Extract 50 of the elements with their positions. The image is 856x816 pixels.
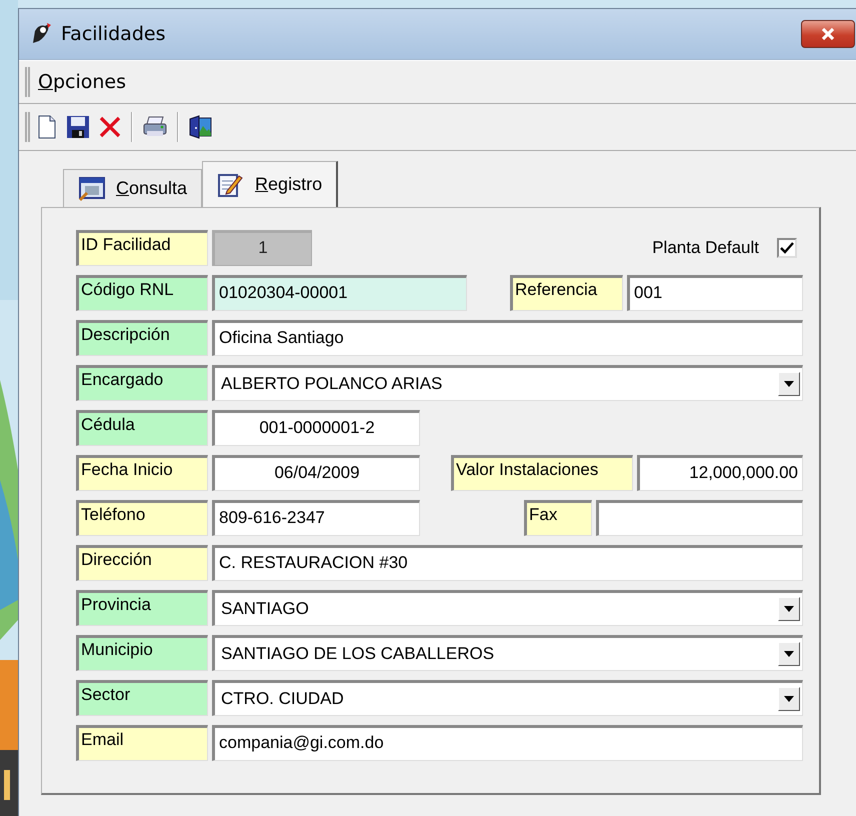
field-label: Municipio [76, 635, 208, 671]
checkbox-label: Planta Default [652, 238, 759, 258]
dropdown-button[interactable] [778, 642, 800, 666]
pencil-document-icon [217, 172, 246, 198]
input-field[interactable]: compania@gi.com.do [212, 725, 803, 761]
input-field[interactable]: 01020304-00001 [212, 275, 467, 311]
field-label: Fax [524, 500, 592, 536]
caret-icon [784, 651, 794, 657]
field-label: ID Facilidad [76, 230, 208, 266]
field-label: Referencia [510, 275, 623, 311]
dropdown-button[interactable] [778, 597, 800, 621]
grip-handle[interactable] [25, 112, 30, 142]
tab[interactable]: Registro [202, 161, 338, 207]
caret-icon [784, 606, 794, 612]
field-label: Sector [76, 680, 208, 716]
save-icon[interactable] [64, 113, 92, 141]
input-field[interactable]: 001-0000001-2 [212, 410, 420, 446]
input-field[interactable]: Oficina Santiago [212, 320, 803, 356]
grip-handle[interactable] [25, 67, 30, 97]
tab[interactable]: Consulta [63, 169, 202, 207]
caret-icon [784, 696, 794, 702]
menu-item[interactable]: Opciones [38, 71, 126, 93]
input-field[interactable]: 001 [627, 275, 803, 311]
input-field[interactable]: C. RESTAURACION #30 [212, 545, 803, 581]
field-label: Fecha Inicio [76, 455, 208, 491]
caret-icon [784, 381, 794, 387]
field-label: Encargado [76, 365, 208, 401]
field-label: Provincia [76, 590, 208, 626]
window-icon [78, 176, 106, 202]
field-label: Valor Instalaciones [451, 455, 633, 491]
field-label: Email [76, 725, 208, 761]
combo-box[interactable]: SANTIAGO DE LOS CABALLEROS [212, 635, 803, 671]
combo-box[interactable]: ALBERTO POLANCO ARIAS [212, 365, 803, 401]
close-icon [820, 27, 836, 41]
window-title: Facilidades [61, 23, 166, 45]
input-field[interactable]: 809-616-2347 [212, 500, 420, 536]
field-label: Código RNL [76, 275, 208, 311]
checkbox[interactable] [777, 238, 797, 258]
dropdown-button[interactable] [778, 687, 800, 711]
field-label: Descripción [76, 320, 208, 356]
combo-box[interactable]: CTRO. CIUDAD [212, 680, 803, 716]
field-label: Teléfono [76, 500, 208, 536]
close-button[interactable] [801, 20, 855, 48]
field-label: Dirección [76, 545, 208, 581]
input-field[interactable]: 06/04/2009 [212, 455, 420, 491]
dropdown-button[interactable] [778, 372, 800, 396]
combo-box[interactable]: SANTIAGO [212, 590, 803, 626]
input-field[interactable]: 12,000,000.00 [637, 455, 803, 491]
input-field[interactable] [596, 500, 803, 536]
field-label: Cédula [76, 410, 208, 446]
